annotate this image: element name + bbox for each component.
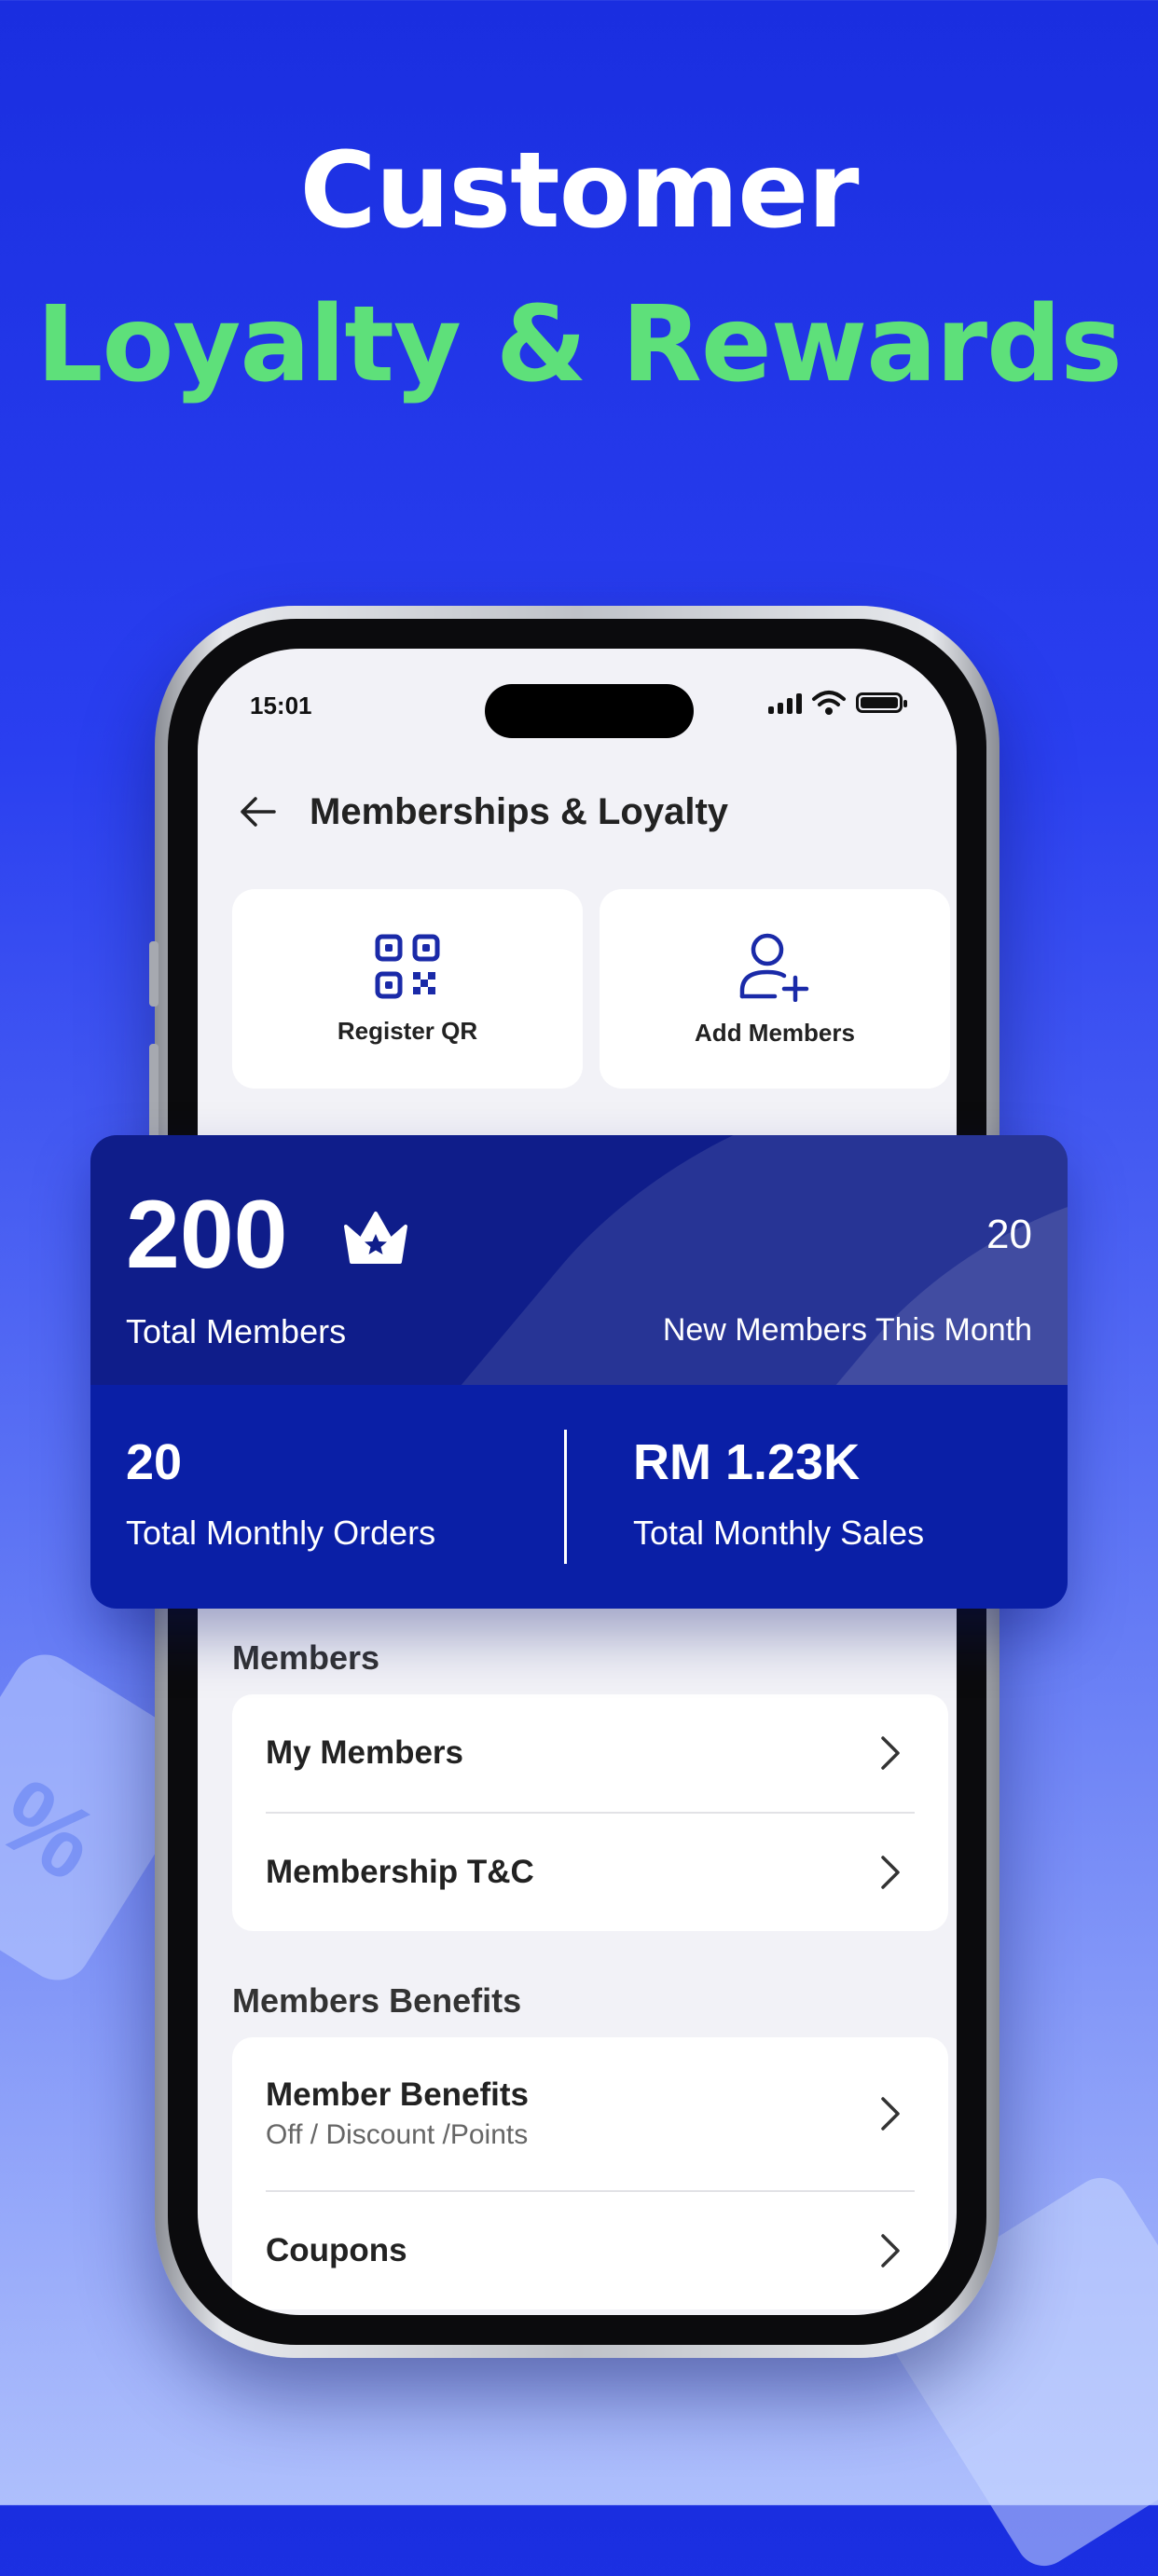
total-members-label: Total Members <box>126 1312 347 1350</box>
register-qr-button[interactable]: Register QR <box>232 889 583 1089</box>
crown-icon <box>344 1212 407 1264</box>
membership-tc-row[interactable]: Membership T&C <box>232 1814 948 1931</box>
new-members-label: New Members This Month <box>662 1312 1032 1348</box>
monthly-sales-value: RM 1.23K <box>633 1434 861 1490</box>
add-members-button[interactable]: Add Members <box>600 889 950 1089</box>
chevron-right-icon <box>881 2097 900 2131</box>
cellular-signal-icon <box>768 692 802 714</box>
headline-line-2: Loyalty & Rewards <box>36 284 1123 405</box>
coupons-row[interactable]: Coupons <box>232 2192 948 2309</box>
member-benefits-label: Member Benefits <box>266 2076 530 2113</box>
navbar: Memberships & Loyalty <box>235 788 728 835</box>
chevron-right-icon <box>881 1736 900 1770</box>
back-arrow-icon[interactable] <box>235 788 282 835</box>
chevron-right-icon <box>881 2234 900 2268</box>
members-list: My Members Membership T&C <box>232 1694 948 1931</box>
add-members-label: Add Members <box>695 1018 855 1047</box>
qr-code-icon <box>375 934 440 998</box>
benefits-section-title: Members Benefits <box>232 1981 522 2020</box>
new-members-value: 20 <box>986 1212 1032 1257</box>
member-benefits-row[interactable]: Member Benefits Off / Discount /Points <box>232 2037 948 2190</box>
membership-stats-card: 200 Total Members 20 New Members This Mo… <box>90 1135 1068 1609</box>
member-benefits-subtitle: Off / Discount /Points <box>266 2119 529 2150</box>
my-members-label: My Members <box>266 1734 464 1771</box>
chevron-right-icon <box>881 1856 900 1889</box>
status-time: 15:01 <box>250 692 312 719</box>
members-section-title: Members <box>232 1638 380 1677</box>
register-qr-label: Register QR <box>337 1016 478 1045</box>
headline-line-1: Customer <box>299 130 860 252</box>
monthly-sales-label: Total Monthly Sales <box>633 1514 925 1552</box>
total-members-value: 200 <box>126 1181 288 1289</box>
status-icons <box>768 690 907 716</box>
monthly-orders-value: 20 <box>126 1434 183 1490</box>
battery-icon <box>856 692 907 713</box>
stats-top-panel: 200 Total Members 20 New Members This Mo… <box>90 1135 1068 1385</box>
stats-divider <box>564 1430 567 1564</box>
wifi-icon <box>812 691 846 715</box>
dynamic-island <box>485 684 694 738</box>
my-members-row[interactable]: My Members <box>232 1694 948 1812</box>
benefits-list: Member Benefits Off / Discount /Points C… <box>232 2037 948 2309</box>
membership-tc-label: Membership T&C <box>266 1854 534 1890</box>
coupons-label: Coupons <box>266 2232 407 2268</box>
monthly-orders-label: Total Monthly Orders <box>126 1514 436 1552</box>
page-title: Memberships & Loyalty <box>310 790 729 832</box>
user-add-icon <box>739 933 809 1002</box>
stats-bottom-panel: 20 Total Monthly Orders RM 1.23K Total M… <box>90 1385 1068 1609</box>
